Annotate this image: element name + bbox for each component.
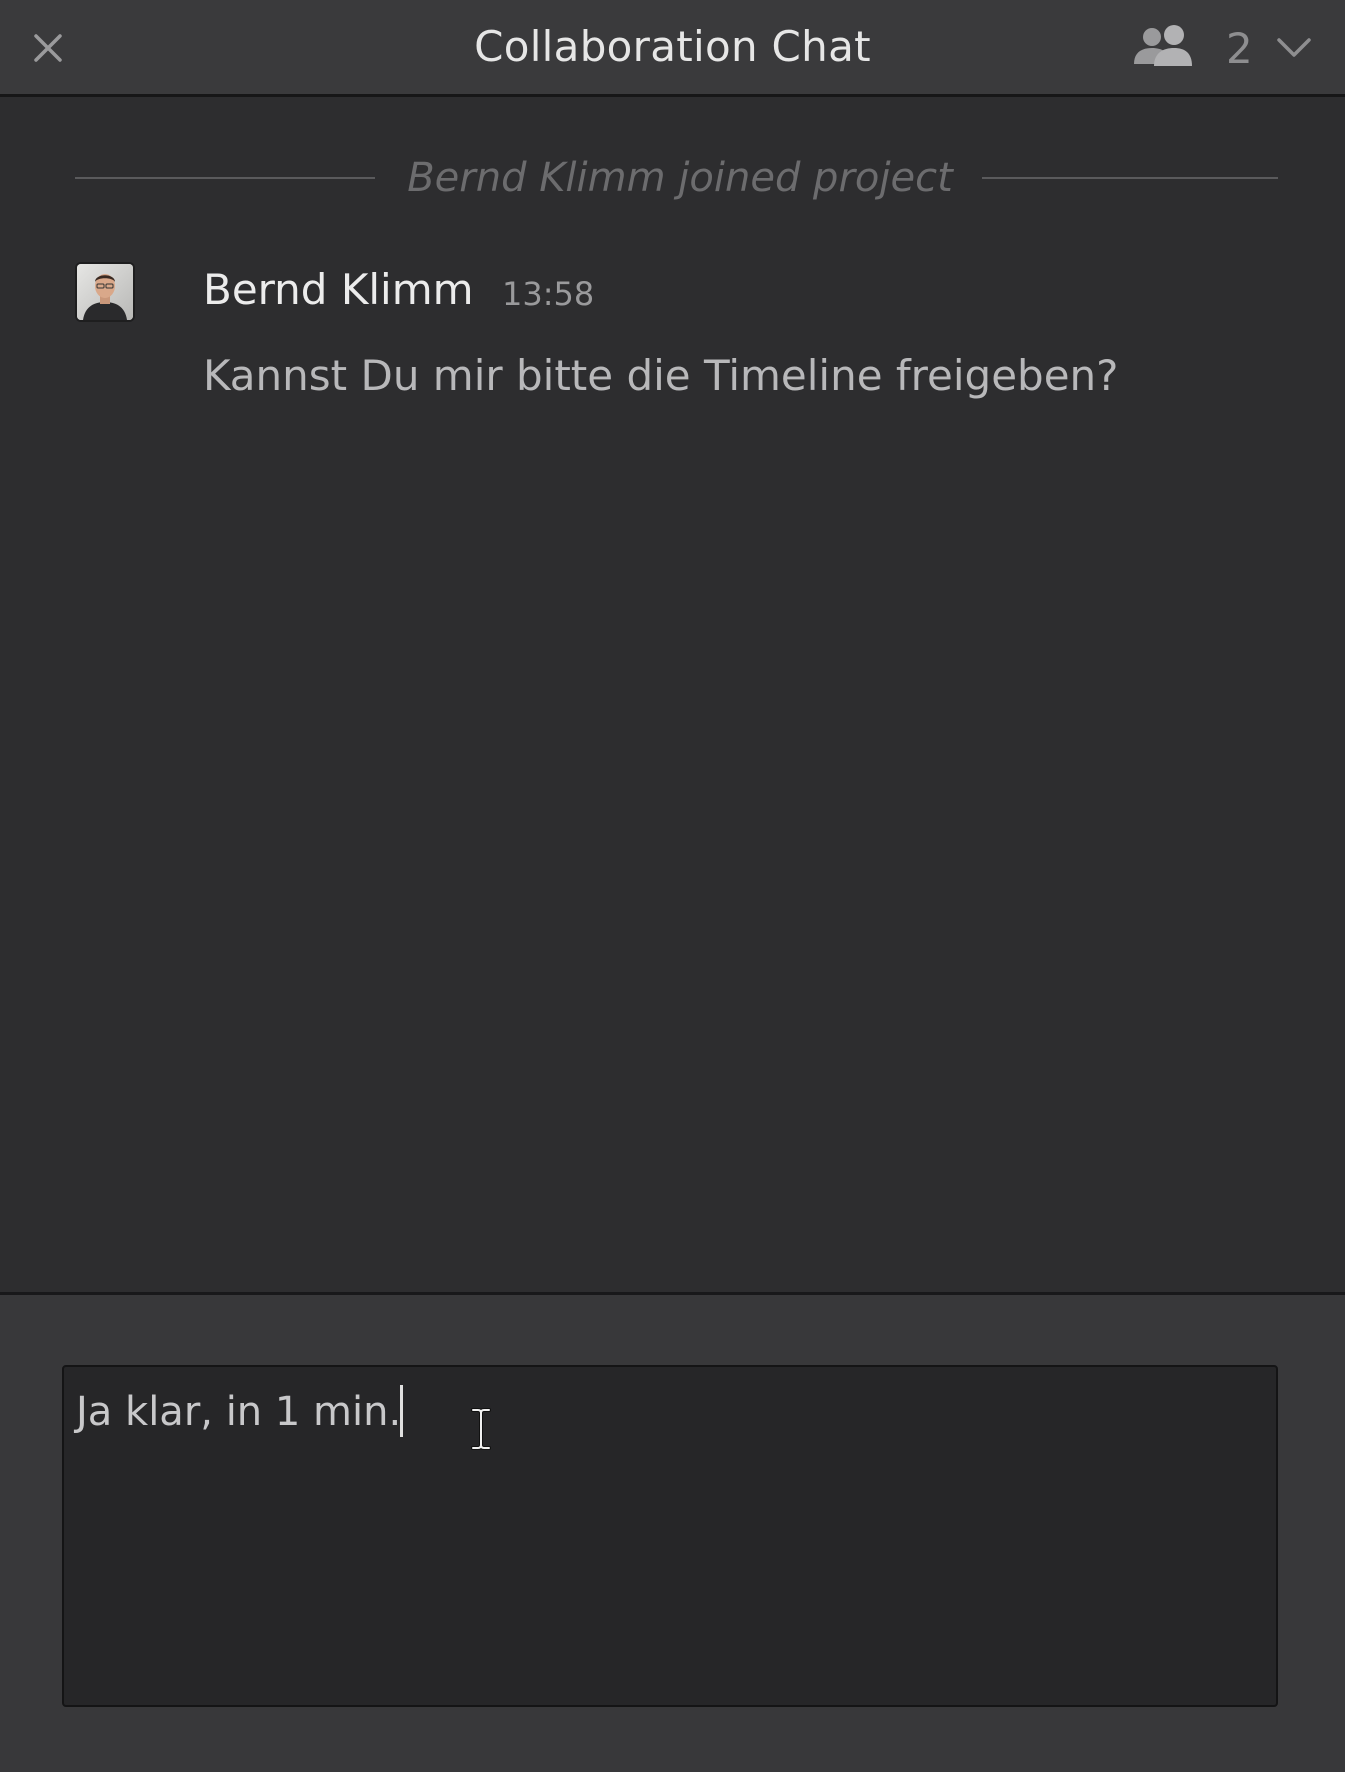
avatar xyxy=(75,262,135,322)
text-caret xyxy=(400,1385,403,1437)
message-text: Kannst Du mir bitte die Timeline freigeb… xyxy=(203,351,1119,400)
message-time: 13:58 xyxy=(502,275,595,313)
system-notice: Bernd Klimm joined project xyxy=(407,155,953,201)
user-count: 2 xyxy=(1226,24,1253,73)
text-cursor-icon xyxy=(471,1408,491,1450)
message-list[interactable]: Bernd Klimm joined project Bernd Klimm 1… xyxy=(0,97,1345,1292)
chevron-down-icon xyxy=(1277,38,1311,57)
divider-line xyxy=(982,177,1278,179)
message-input[interactable] xyxy=(62,1365,1278,1707)
avatar-photo xyxy=(77,264,133,320)
message-sender: Bernd Klimm xyxy=(203,265,474,314)
collaboration-chat-window: Collaboration Chat 2 Bernd Klimm joined … xyxy=(0,0,1345,1772)
users-dropdown-button[interactable] xyxy=(1275,34,1313,62)
users-icon[interactable] xyxy=(1130,24,1194,72)
divider-line xyxy=(75,177,375,179)
compose-area xyxy=(0,1292,1345,1772)
chat-header: Collaboration Chat 2 xyxy=(0,0,1345,97)
